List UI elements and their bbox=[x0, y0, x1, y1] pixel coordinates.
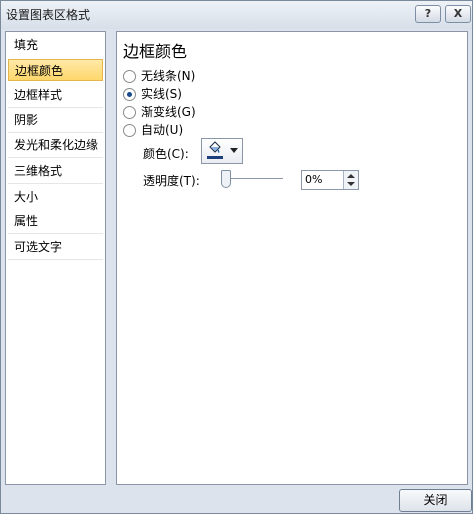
close-button[interactable]: 关闭 bbox=[399, 489, 472, 512]
nav-divider bbox=[8, 107, 103, 108]
nav-item-alt-text[interactable]: 可选文字 bbox=[8, 236, 103, 258]
nav-divider bbox=[8, 132, 103, 133]
nav-item-glow-soft-edges[interactable]: 发光和柔化边缘 bbox=[8, 134, 103, 156]
window-title: 设置图表区格式 bbox=[6, 8, 91, 22]
spinner-buttons bbox=[343, 171, 358, 189]
radio-label-gradient-line[interactable]: 渐变线(G) bbox=[141, 103, 196, 120]
transparency-slider-thumb[interactable] bbox=[221, 170, 231, 188]
chevron-down-icon bbox=[230, 148, 238, 153]
radio-solid-line[interactable] bbox=[123, 88, 136, 101]
paint-bucket-icon bbox=[209, 141, 221, 153]
nav-item-size[interactable]: 大小 bbox=[8, 186, 103, 208]
color-label: 颜色(C): bbox=[143, 147, 189, 161]
nav-item-properties[interactable]: 属性 bbox=[8, 210, 103, 232]
section-title: 边框颜色 bbox=[123, 42, 188, 61]
format-chart-area-dialog: 设置图表区格式 ? X 填充 边框颜色 边框样式 阴影 发光和柔化边缘 三维格式… bbox=[0, 0, 473, 514]
help-button[interactable]: ? bbox=[415, 5, 441, 23]
nav-divider bbox=[8, 259, 103, 260]
radio-label-automatic[interactable]: 自动(U) bbox=[141, 121, 183, 138]
nav-item-border-style[interactable]: 边框样式 bbox=[8, 84, 103, 106]
transparency-value[interactable]: 0% bbox=[305, 173, 322, 186]
spinner-up-icon[interactable] bbox=[347, 174, 355, 178]
close-window-button[interactable]: X bbox=[445, 5, 471, 23]
color-picker-button[interactable] bbox=[201, 138, 243, 164]
title-bar[interactable]: 设置图表区格式 ? X bbox=[1, 1, 472, 29]
nav-item-shadow[interactable]: 阴影 bbox=[8, 109, 103, 131]
transparency-slider-track[interactable] bbox=[227, 178, 283, 179]
transparency-label: 透明度(T): bbox=[143, 174, 200, 188]
category-list: 填充 边框颜色 边框样式 阴影 发光和柔化边缘 三维格式 大小 属性 可选文字 bbox=[5, 31, 106, 485]
nav-divider bbox=[8, 233, 103, 234]
nav-divider bbox=[8, 157, 103, 158]
nav-item-border-color[interactable]: 边框颜色 bbox=[8, 59, 103, 81]
color-swatch bbox=[207, 156, 223, 159]
radio-label-solid-line[interactable]: 实线(S) bbox=[141, 85, 182, 102]
radio-automatic[interactable] bbox=[123, 124, 136, 137]
transparency-spinner[interactable]: 0% bbox=[301, 170, 359, 190]
spinner-down-icon[interactable] bbox=[347, 182, 355, 186]
nav-item-fill[interactable]: 填充 bbox=[8, 34, 103, 56]
radio-no-line[interactable] bbox=[123, 70, 136, 83]
border-color-panel: 边框颜色 无线条(N) 实线(S) 渐变线(G) 自动(U) 颜色(C): 透明… bbox=[116, 31, 468, 485]
radio-gradient-line[interactable] bbox=[123, 106, 136, 119]
nav-divider bbox=[8, 183, 103, 184]
nav-item-3d-format[interactable]: 三维格式 bbox=[8, 160, 103, 182]
radio-label-no-line[interactable]: 无线条(N) bbox=[141, 67, 195, 84]
